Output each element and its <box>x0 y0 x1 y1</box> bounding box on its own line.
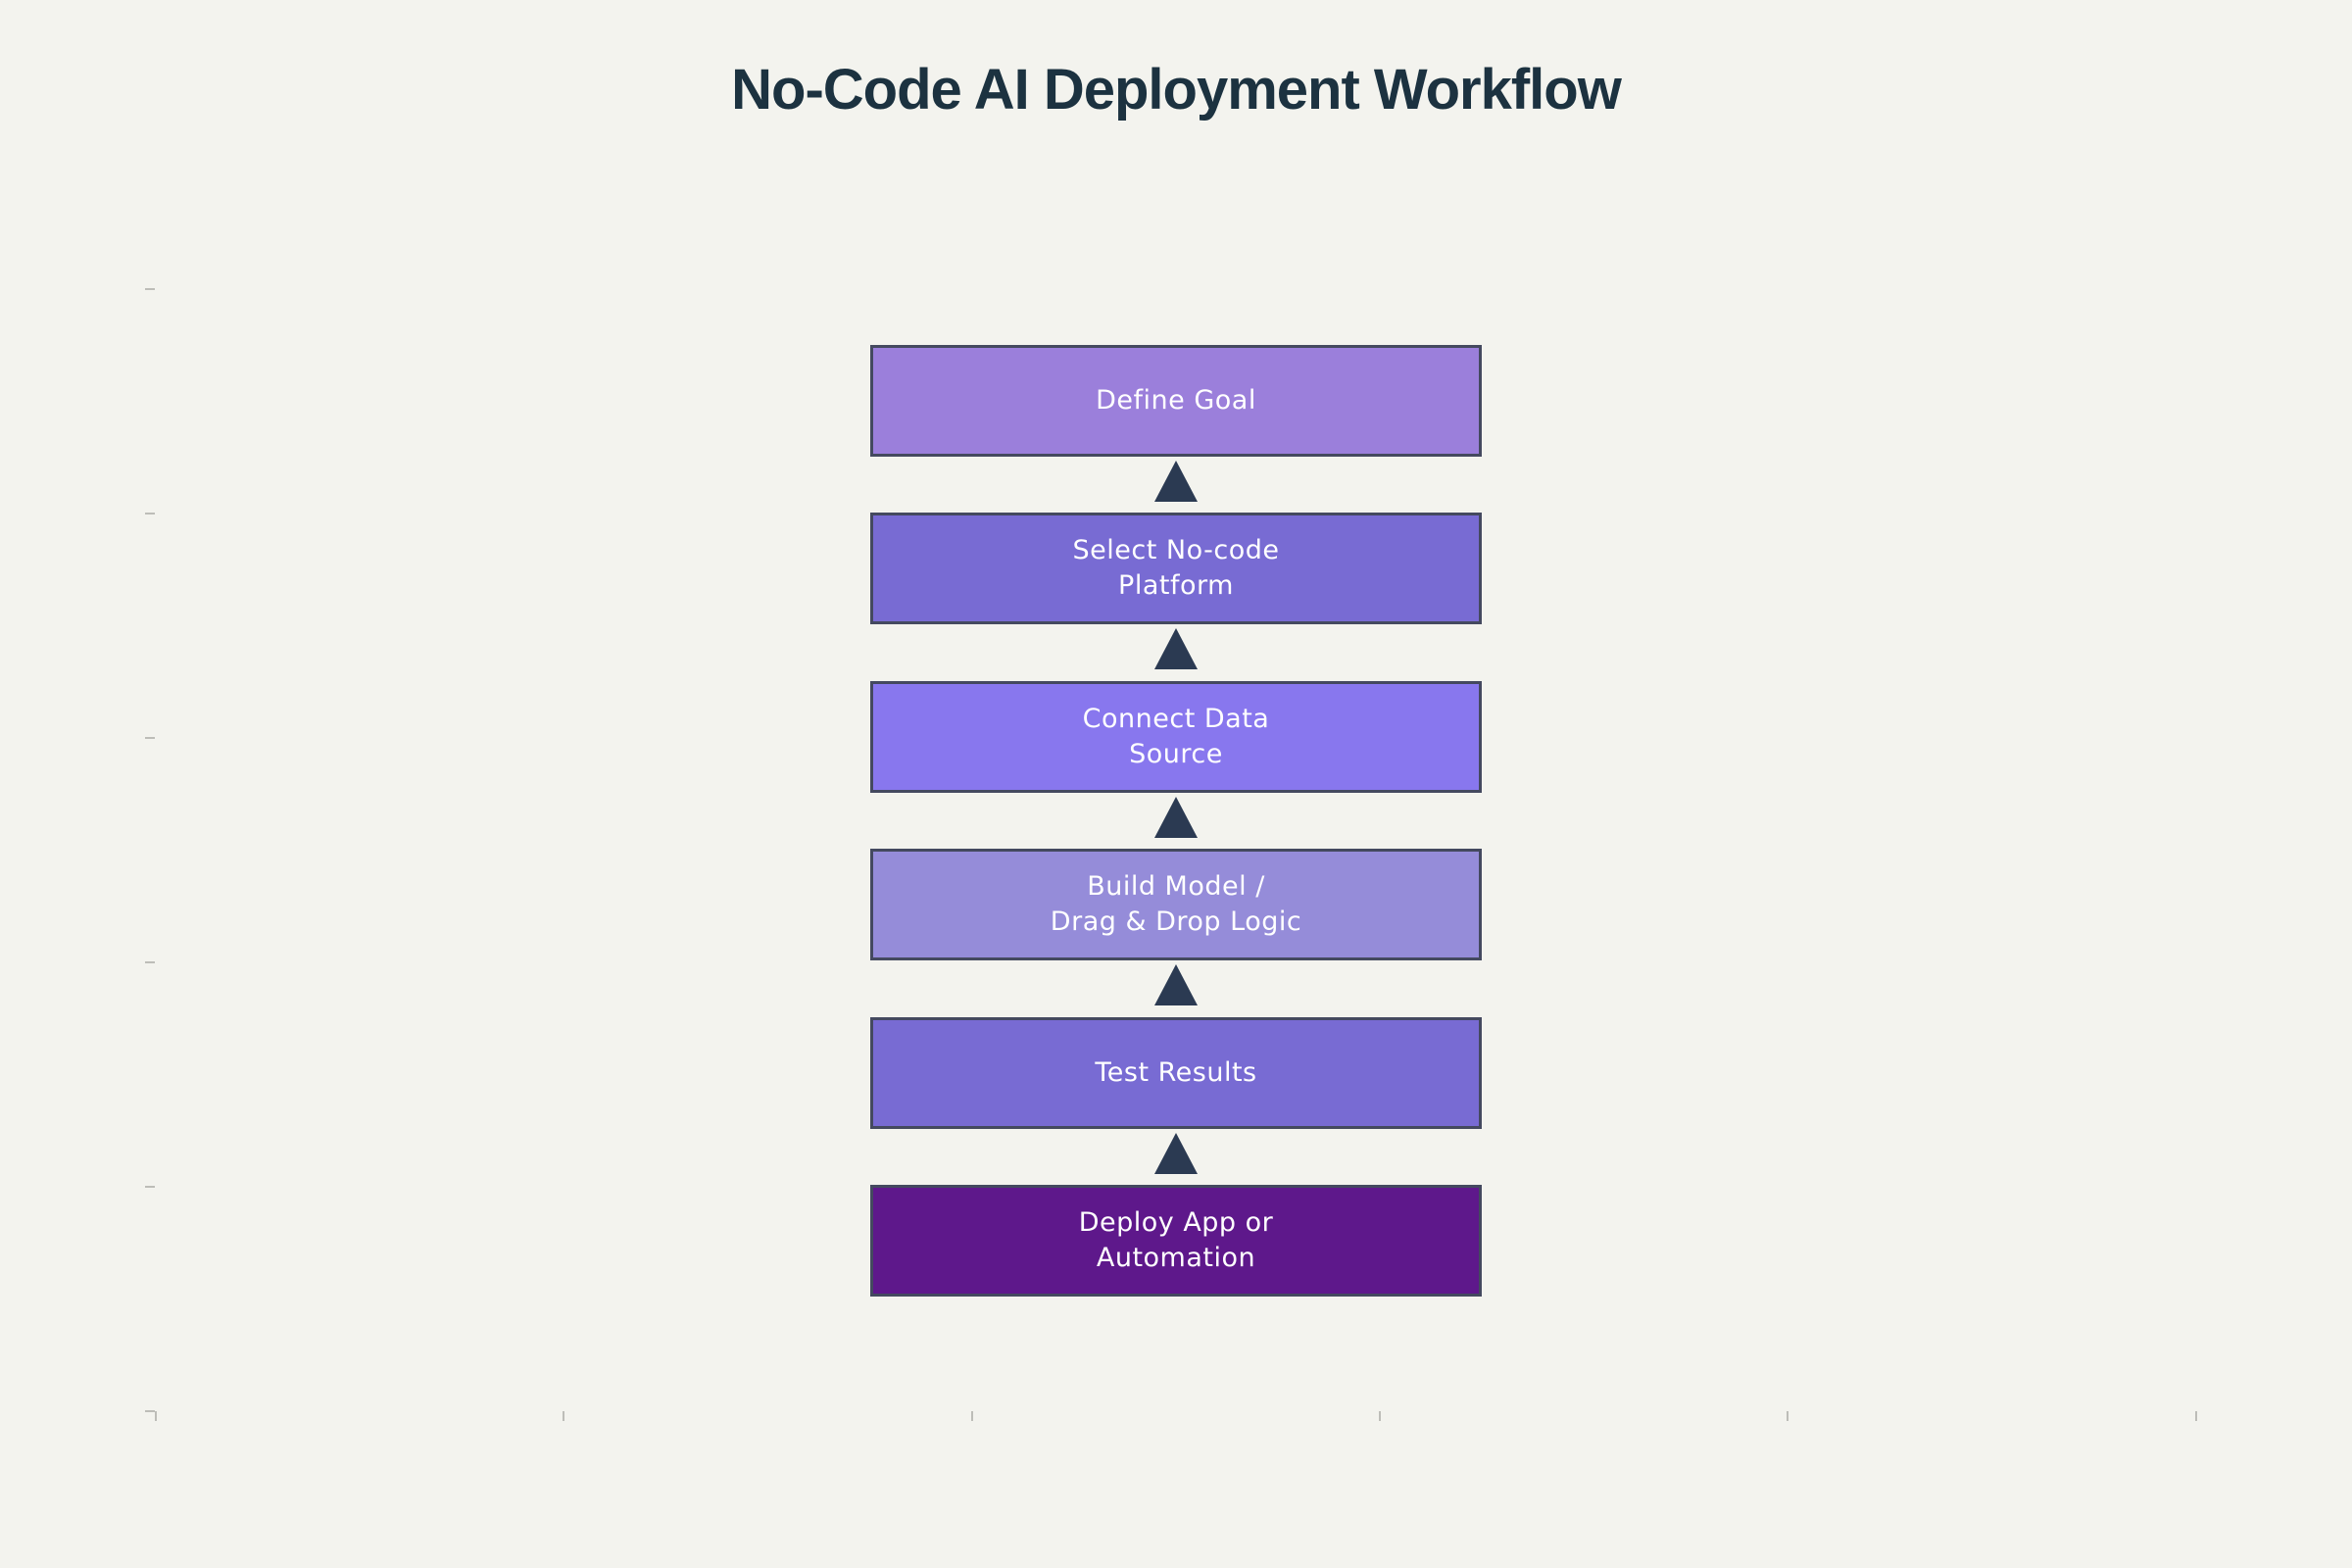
step-label: Test Results <box>1095 1057 1257 1088</box>
y-axis-tick <box>145 961 155 963</box>
step-label: Deploy App or Automation <box>1078 1207 1274 1273</box>
step-deploy: Deploy App or Automation <box>870 1185 1482 1297</box>
step-label: Connect Data Source <box>1082 704 1270 769</box>
diagram-title: No-Code AI Deployment Workflow <box>731 58 1622 122</box>
y-axis-tick <box>145 288 155 290</box>
step-connect-data: Connect Data Source <box>870 681 1482 793</box>
step-label: Define Goal <box>1096 385 1256 416</box>
x-axis-tick <box>563 1411 564 1421</box>
step-test-results: Test Results <box>870 1017 1482 1129</box>
step-define-goal: Define Goal <box>870 345 1482 457</box>
arrow-up-icon <box>1154 461 1198 502</box>
x-axis-tick <box>2195 1411 2197 1421</box>
step-select-platform: Select No-code Platform <box>870 513 1482 624</box>
arrow-up-icon <box>1154 628 1198 669</box>
y-axis-tick <box>145 1186 155 1188</box>
x-axis-tick <box>1379 1411 1381 1421</box>
arrow-up-icon <box>1154 1133 1198 1174</box>
step-label: Build Model / Drag & Drop Logic <box>1050 871 1302 937</box>
x-axis-tick <box>1787 1411 1788 1421</box>
step-build-model: Build Model / Drag & Drop Logic <box>870 849 1482 960</box>
step-label: Select No-code Platform <box>1072 535 1280 601</box>
arrow-up-icon <box>1154 964 1198 1005</box>
arrow-up-icon <box>1154 797 1198 838</box>
y-axis-tick <box>145 1410 155 1412</box>
y-axis-tick <box>145 737 155 739</box>
x-axis-tick <box>971 1411 973 1421</box>
y-axis-tick <box>145 513 155 514</box>
x-axis-tick <box>155 1411 157 1421</box>
